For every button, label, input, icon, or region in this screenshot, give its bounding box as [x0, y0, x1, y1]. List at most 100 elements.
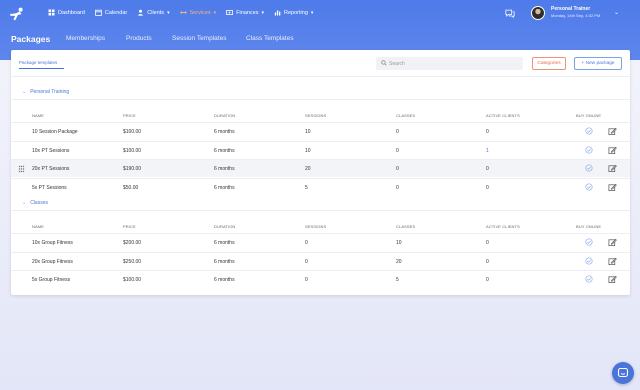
chevron-down-icon: ▾	[261, 9, 265, 16]
group-header[interactable]: ⌄ Classes	[22, 200, 48, 206]
edit-icon[interactable]	[608, 164, 617, 173]
categories-button[interactable]: Categories	[532, 57, 566, 70]
tab-products[interactable]: Products	[126, 35, 152, 42]
user-menu-chevron-icon[interactable]: ⌄	[614, 9, 619, 16]
column-header: CLASSES	[396, 224, 416, 229]
column-header: PRICE	[123, 224, 136, 229]
nav-item-finances[interactable]: Finances ▾	[226, 9, 264, 16]
page-title[interactable]: Packages	[11, 34, 50, 44]
table-row[interactable]: 20x Group Fitness $250.00 6 months 0 20 0	[11, 251, 630, 270]
buy-online-check-icon[interactable]	[585, 145, 593, 154]
cell-name: 10x PT Sessions	[32, 147, 70, 154]
active-tab-indicator	[19, 68, 64, 69]
column-header: ACTIVE CLIENTS	[486, 113, 520, 118]
edit-icon[interactable]	[608, 127, 617, 136]
current-date: Monday, 14th Sep, 4:32 PM	[551, 13, 601, 18]
cell-price: $50.00	[123, 184, 139, 191]
cell-duration: 6 months	[214, 166, 235, 172]
cell-classes: 0	[396, 166, 399, 172]
reporting-icon	[274, 10, 281, 16]
drag-handle-icon[interactable]	[18, 165, 25, 173]
brand-logo[interactable]	[8, 6, 26, 24]
cell-classes: 0	[396, 147, 399, 154]
nav-item-calendar[interactable]: Calendar	[95, 9, 127, 16]
cell-duration: 6 months	[214, 129, 235, 135]
nav-item-reporting[interactable]: Reporting ▾	[274, 9, 313, 16]
search-icon	[381, 60, 387, 66]
divider	[11, 99, 630, 100]
group-header[interactable]: ⌄ Personal Training	[22, 89, 69, 95]
edit-icon[interactable]	[608, 257, 617, 266]
edit-icon[interactable]	[608, 238, 617, 247]
cell-name: 10 Session Package	[32, 129, 78, 135]
new-package-button[interactable]: + New package	[574, 57, 622, 70]
chat-icon	[617, 367, 629, 378]
column-header: DURATION	[214, 113, 236, 118]
buy-online-check-icon[interactable]	[585, 256, 593, 265]
buy-online-check-icon[interactable]	[585, 275, 593, 283]
nav-item-label: Dashboard	[58, 9, 85, 16]
calendar-icon	[95, 9, 102, 16]
cell-price: $250.00	[123, 258, 142, 265]
cell-active-clients: 0	[486, 166, 489, 172]
user-avatar[interactable]	[531, 6, 545, 20]
cell-sessions: 0	[305, 240, 308, 246]
table-row[interactable]: 10 Session Package $100.00 6 months 10 0 0	[11, 122, 630, 140]
column-header: SESSIONS	[305, 224, 327, 229]
chat-button[interactable]	[612, 362, 634, 384]
nav-item-label: Calendar	[104, 9, 128, 16]
cell-classes: 20	[396, 258, 402, 265]
group-label: Classes	[30, 200, 48, 206]
nav-item-label: Finances	[236, 9, 259, 16]
finances-icon	[226, 10, 234, 15]
nav-item-clients[interactable]: Clients ▾	[137, 9, 170, 16]
buy-online-check-icon[interactable]	[585, 127, 593, 135]
table-row[interactable]: 5x PT Sessions $50.00 6 months 5 0 0	[11, 177, 630, 196]
table-row[interactable]: 10x Group Fitness $200.00 6 months 0 10 0	[11, 233, 630, 251]
cell-active-clients: 0	[486, 240, 489, 246]
cell-sessions: 10	[305, 147, 311, 154]
cell-name: 20x Group Fitness	[32, 258, 73, 265]
cell-duration: 6 months	[214, 258, 235, 265]
cell-sessions: 0	[305, 277, 308, 283]
nav-item-services[interactable]: Services ▾	[180, 9, 216, 16]
tab-class-templates[interactable]: Class Templates	[246, 35, 294, 42]
cell-classes: 0	[396, 129, 399, 135]
messages-icon[interactable]	[505, 9, 515, 18]
column-header: BUY ONLINE	[576, 113, 602, 118]
tab-package-templates[interactable]: Package templates	[19, 60, 57, 65]
nav-item-label: Reporting	[284, 9, 308, 16]
top-navigation-bar: Dashboard Calendar Clients ▾ Services ▾ Financ…	[0, 0, 640, 30]
column-header: PRICE	[123, 113, 136, 118]
edit-icon[interactable]	[608, 275, 617, 284]
nav-item-dashboard[interactable]: Dashboard	[48, 9, 85, 16]
tab-session-templates[interactable]: Session Templates	[172, 35, 226, 42]
table-row[interactable]: 5x Group Fitness $100.00 6 months 0 5 0	[11, 270, 630, 288]
divider	[11, 210, 630, 211]
cell-price: $190.00	[123, 166, 142, 172]
cell-sessions: 5	[305, 184, 308, 191]
column-header: NAME	[32, 113, 44, 118]
cell-duration: 6 months	[214, 147, 235, 154]
tab-memberships[interactable]: Memberships	[66, 35, 105, 42]
dashboard-icon	[48, 9, 55, 16]
column-header: CLASSES	[396, 113, 416, 118]
user-name[interactable]: Personal Trainer	[551, 6, 590, 12]
cell-active-clients: 0	[486, 277, 489, 283]
chevron-down-icon: ▾	[310, 9, 314, 16]
divider	[11, 76, 630, 77]
cell-active-clients[interactable]: 1	[486, 148, 489, 154]
column-header: DURATION	[214, 224, 236, 229]
search-input[interactable]: Search	[376, 57, 523, 70]
table-row[interactable]: 10x PT Sessions $100.00 6 months 10 0 1	[11, 140, 630, 159]
edit-icon[interactable]	[608, 183, 617, 192]
cell-sessions: 10	[305, 129, 311, 135]
table-row[interactable]: 20x PT Sessions $190.00 6 months 20 0 0	[11, 159, 630, 177]
buy-online-check-icon[interactable]	[585, 182, 593, 191]
buy-online-check-icon[interactable]	[585, 164, 593, 172]
column-header: BUY ONLINE	[576, 224, 602, 229]
edit-icon[interactable]	[608, 146, 617, 155]
cell-classes: 10	[396, 240, 402, 246]
cell-active-clients: 0	[486, 258, 489, 265]
buy-online-check-icon[interactable]	[585, 238, 593, 246]
